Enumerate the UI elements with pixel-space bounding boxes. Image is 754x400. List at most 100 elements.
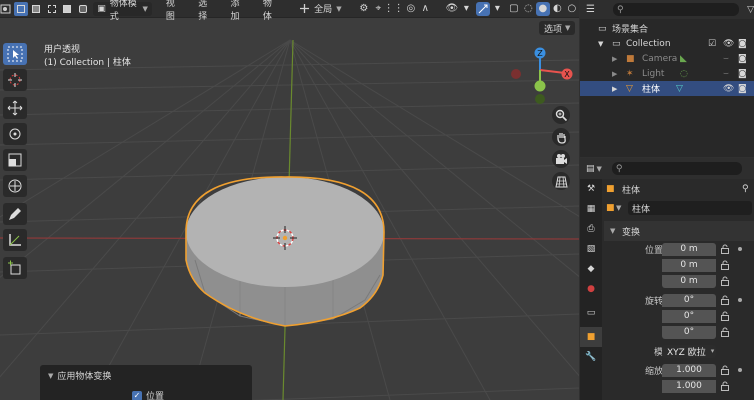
measure-tool-button[interactable] [3,229,27,251]
3d-viewport[interactable]: ▣ 物体模式 ▼ 视图 选择 添加 物体 全局 ▼ ⚙ ⌖ ⋮⋮ ◎ ∧ 👁 ▾… [0,0,579,400]
pin-icon[interactable]: ⚲ [742,184,749,194]
transform-section-header[interactable]: ▼ 变换 [604,221,754,241]
tab-modifiers[interactable]: 🔧 [580,347,602,367]
camera-data-icon[interactable]: ◣ [680,54,687,64]
keyframe-dot-icon[interactable] [738,247,742,251]
show-gizmo-icon[interactable] [475,1,491,16]
wireframe-shading-icon[interactable]: ◌ [521,2,536,16]
lock-icon[interactable] [720,276,730,286]
mesh-data-icon[interactable]: ▽ [676,84,683,94]
tab-collection[interactable]: ▭ [580,303,602,323]
rotation-x-field[interactable]: 0° [662,293,716,307]
chevron-down-icon[interactable]: ▼ [597,165,602,173]
projection-toggle-button[interactable] [552,172,570,190]
chevron-down-icon[interactable]: ▼ [48,372,53,380]
lock-icon[interactable] [720,327,730,337]
lock-icon[interactable] [720,311,730,321]
tab-output[interactable]: ⎙ [580,219,602,239]
eye-closed-icon[interactable]: ⌣ [723,69,729,79]
location-checkbox[interactable]: ✓ [132,390,142,400]
rotation-mode-dropdown[interactable]: XYZ 欧拉 ▾ [662,344,716,358]
render-camera-icon[interactable]: ◙ [738,39,747,49]
orientation-icon[interactable] [299,1,310,17]
solid-shading-icon[interactable]: ● [535,1,551,16]
lock-icon[interactable] [720,365,730,375]
scale-y-field[interactable]: 1.000 [662,379,716,393]
keyframe-dot-icon[interactable] [738,368,742,372]
transform-orientation-dropdown[interactable]: 全局 ▼ [310,2,352,16]
select-box-mode-icon[interactable] [13,1,29,16]
chevron-right-icon[interactable]: ▶ [612,85,617,93]
outliner-item-cylinder[interactable]: ▶ ▽ 柱体 ▽ 👁 ◙ [580,81,754,96]
location-z-field[interactable]: 0 m [662,274,716,288]
camera-view-button[interactable] [552,150,570,168]
material-shading-icon[interactable]: ◐ [550,2,565,16]
chevron-down-icon[interactable]: ▼ [616,204,621,212]
gizmo-y-axis[interactable] [534,80,546,92]
transform-tool-button[interactable] [3,175,27,197]
mode-dropdown[interactable]: ▣ 物体模式 ▼ [93,0,152,22]
lock-icon[interactable] [720,381,730,391]
visibility-icon[interactable]: 👁 [445,2,460,16]
eye-icon[interactable]: 👁 [723,84,734,94]
light-data-icon[interactable]: ◌ [680,69,688,79]
proportional-editing-icon[interactable]: ◎ [404,2,419,16]
outliner-item-camera[interactable]: ▶ ■ Camera ◣ ⌣ ◙ [580,51,754,66]
tab-view-layer[interactable]: ▧ [580,239,602,259]
location-x-field[interactable]: 0 m [662,242,716,256]
scale-tool-button[interactable] [3,149,27,171]
chevron-down-icon[interactable]: ▼ [598,40,603,48]
viewport-gizmo-toggle[interactable]: ▾ [459,2,474,16]
last-operator-panel[interactable]: ▼ 应用物体变换 ✓ 位置 [40,365,252,400]
xray-icon[interactable]: ▢ [507,2,522,16]
chevron-right-icon[interactable]: ▶ [612,70,617,78]
outliner-item-light[interactable]: ▶ ✶ Light ◌ ⌣ ◙ [580,66,754,81]
menu-view[interactable]: 视图 [158,0,190,22]
select-subtract-mode-icon[interactable] [45,2,60,16]
eye-icon[interactable]: 👁 [723,39,734,49]
tab-tool[interactable]: ⚒ [580,179,602,199]
rotation-z-field[interactable]: 0° [662,325,716,339]
location-y-field[interactable]: 0 m [662,258,716,272]
eye-closed-icon[interactable]: ⌣ [723,54,729,64]
menu-add[interactable]: 添加 [223,0,255,22]
render-camera-icon[interactable]: ◙ [738,54,747,64]
rotation-y-field[interactable]: 0° [662,309,716,323]
exclude-checkbox[interactable]: ☑ [708,39,716,49]
pan-button[interactable] [552,128,570,146]
tab-object[interactable]: ■ [580,327,602,347]
snap-target-icon[interactable]: ⋮⋮ [384,2,404,16]
editor-type-icon[interactable] [0,1,13,17]
outliner-scene-collection[interactable]: ▭ 场景集合 [580,21,754,36]
render-camera-icon[interactable]: ◙ [738,84,747,94]
lock-icon[interactable] [720,260,730,270]
gizmo-neg-y-axis[interactable] [535,94,545,104]
select-extend-mode-icon[interactable] [29,2,44,16]
lock-icon[interactable] [720,244,730,254]
options-dropdown[interactable]: 选项 ▼ [539,21,576,35]
pivot-point-icon[interactable]: ⚙ [357,2,372,16]
tab-world[interactable]: ● [580,279,602,299]
tab-render[interactable]: ▦ [580,199,602,219]
overlays-toggle[interactable]: ▾ [490,2,505,16]
object-name-field[interactable]: 柱体 [628,201,752,215]
cylinder-object[interactable] [185,176,385,327]
properties-search-input[interactable]: ⚲ [611,162,742,175]
lock-icon[interactable] [720,295,730,305]
keyframe-dot-icon[interactable] [738,298,742,302]
falloff-icon[interactable]: ∧ [418,2,433,16]
cursor-tool-button[interactable] [3,69,27,91]
menu-select[interactable]: 选择 [190,0,222,22]
select-tool-button[interactable] [3,43,27,65]
properties-editor-icon[interactable]: ▤ [586,164,595,174]
zoom-button[interactable] [552,106,570,124]
navigation-gizmo[interactable]: Z X [505,44,579,106]
annotate-tool-button[interactable] [3,203,27,225]
move-tool-button[interactable] [3,97,27,119]
tab-scene[interactable]: ◆ [580,259,602,279]
outliner-item-collection[interactable]: ▼ ▭ Collection ☑ 👁 ◙ [580,36,754,51]
rendered-shading-icon[interactable]: ○ [565,2,579,16]
filter-icon[interactable]: ▽ [747,5,754,15]
outliner-editor-icon[interactable]: ☰ [586,4,595,15]
menu-object[interactable]: 物体 [255,0,287,22]
